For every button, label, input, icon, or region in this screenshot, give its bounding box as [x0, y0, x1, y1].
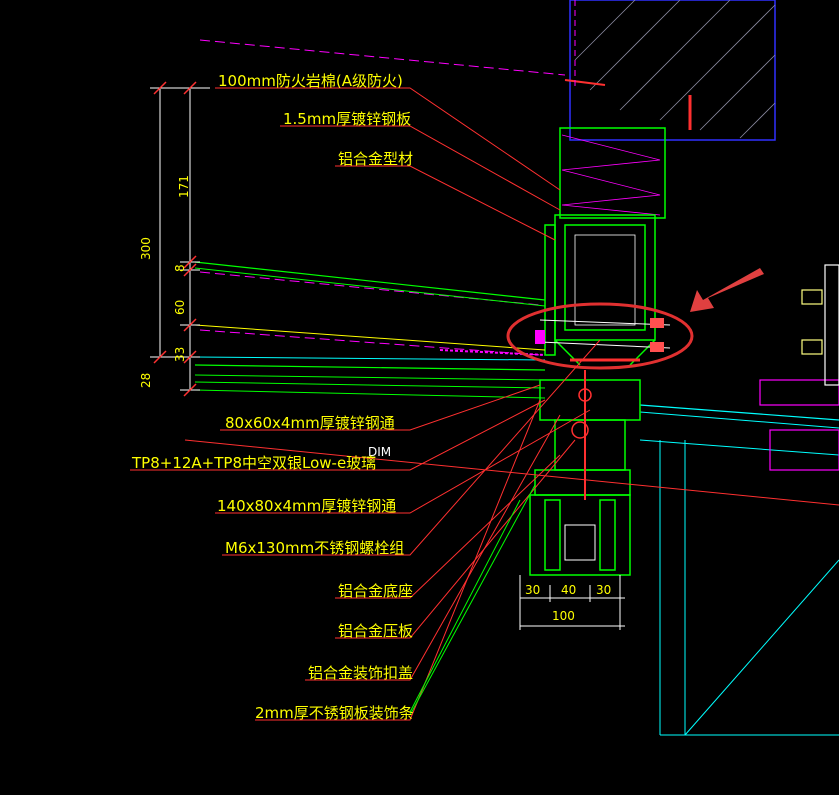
label-bolt: M6x130mm不锈钢螺栓组 [225, 539, 404, 557]
dim-60: 60 [173, 300, 187, 315]
dim-33: 33 [173, 347, 187, 362]
dim-171: 171 [177, 175, 191, 198]
label-alu-base: 铝合金底座 [338, 582, 413, 600]
cad-drawing-canvas: 300 171 8 60 33 28 33 30 40 30 100 DIM 1… [0, 0, 839, 795]
label-alu-profile: 铝合金型材 [338, 150, 413, 168]
vertical-dimension-chain [150, 87, 210, 391]
dim-bottom-40: 40 [561, 583, 576, 597]
rock-wool-insulation [559, 127, 666, 219]
right-frame-outline [659, 440, 839, 736]
leader-lines-green [409, 484, 536, 716]
dim-bottom-30b: 30 [596, 583, 611, 597]
label-steel-tube-80: 80x60x4mm厚镀锌钢通 [225, 414, 395, 432]
curtain-wall-section-drawing: 300 171 8 60 33 28 33 30 40 30 100 DIM 1… [130, 0, 839, 736]
label-galv-plate: 1.5mm厚镀锌钢板 [283, 110, 411, 128]
label-alu-cover: 铝合金装饰扣盖 [308, 664, 413, 682]
dim-bottom-100: 100 [552, 609, 575, 623]
label-steel-tube-140: 140x80x4mm厚镀锌钢通 [217, 497, 396, 515]
label-rock-wool: 100mm防火岩棉(A级防火) [218, 72, 403, 90]
pointer-arrow [690, 268, 764, 312]
concrete-slab [564, 0, 776, 141]
right-side-fixing [759, 264, 839, 471]
dim-bottom-30a: 30 [525, 583, 540, 597]
label-ss-strip: 2mm厚不锈钢板装饰条 [255, 704, 414, 722]
dim-total: 300 [139, 237, 153, 260]
label-glass: TP8+12A+TP8中空双银Low-e玻璃 [131, 454, 376, 472]
dim-8: 8 [173, 264, 187, 272]
dim-28: 28 [139, 373, 153, 388]
label-alu-press: 铝合金压板 [338, 622, 413, 640]
